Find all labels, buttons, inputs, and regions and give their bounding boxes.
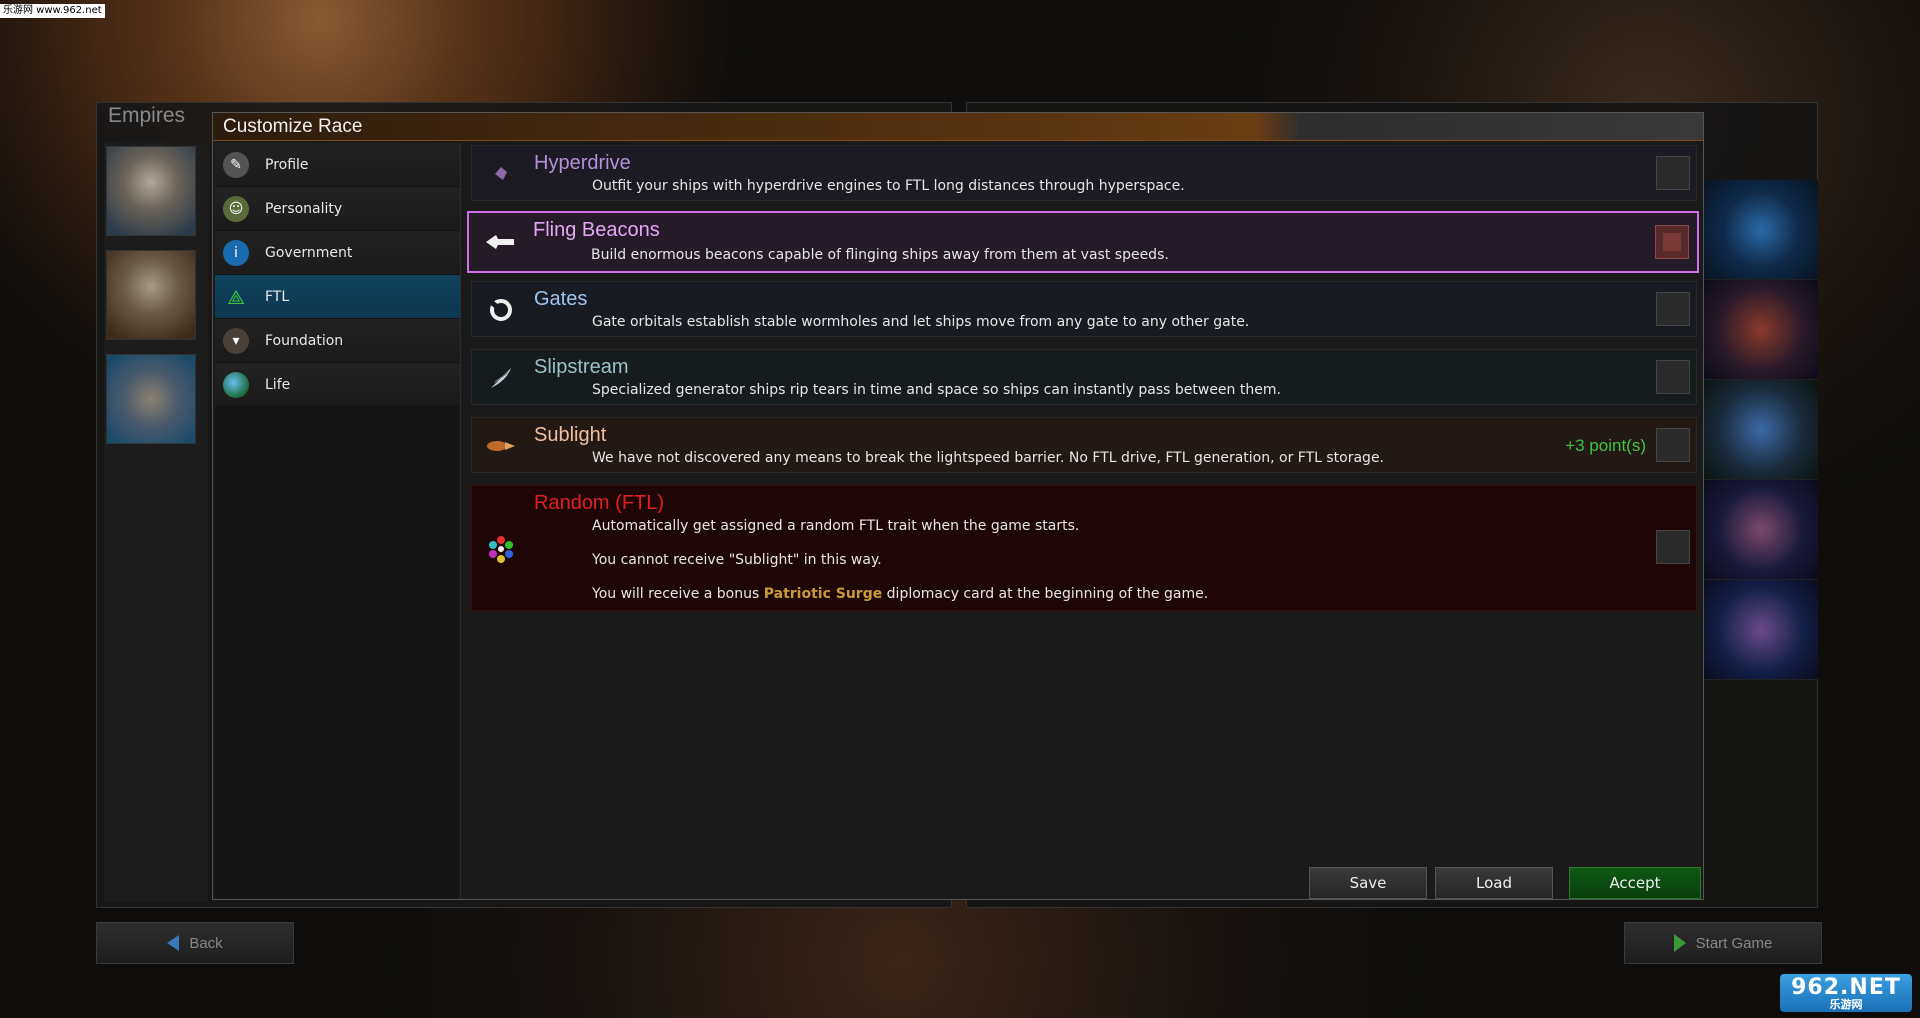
nav-item-life[interactable]: Life: [215, 363, 460, 407]
trait-name: Sublight: [534, 424, 607, 446]
map-tile[interactable]: [1704, 180, 1818, 280]
nav-item-label: FTL: [265, 288, 290, 305]
trait-list: Hyperdrive Outfit your ships with hyperd…: [467, 145, 1699, 855]
trait-checkbox[interactable]: [1656, 428, 1690, 462]
trait-row-fling-beacons[interactable]: Fling Beacons Build enormous beacons cap…: [467, 211, 1699, 273]
trait-description: Build enormous beacons capable of flingi…: [591, 247, 1169, 263]
trait-checkbox[interactable]: [1656, 360, 1690, 394]
nav-item-label: Life: [265, 376, 291, 393]
right-tile-column: [1704, 180, 1818, 680]
trait-row-random-ftl[interactable]: Random (FTL) Automatically get assigned …: [471, 485, 1697, 611]
watermark-logo-text: 962.NET: [1791, 974, 1901, 1000]
trait-row-hyperdrive[interactable]: Hyperdrive Outfit your ships with hyperd…: [471, 145, 1697, 201]
watermark-logo-subtext: 乐游网: [1829, 997, 1863, 1011]
start-game-button[interactable]: Start Game: [1624, 922, 1822, 964]
sublight-icon: [484, 429, 518, 463]
empire-portrait[interactable]: [106, 146, 196, 236]
ftl-icon: ⟁: [227, 284, 245, 309]
nav-item-foundation[interactable]: ▾ Foundation: [215, 319, 460, 363]
personality-icon: ☺: [223, 195, 249, 222]
nav-item-label: Profile: [265, 156, 309, 173]
government-icon: i: [223, 239, 249, 266]
trait-description: Automatically get assigned a random FTL …: [592, 518, 1080, 534]
empires-title: Empires: [108, 104, 186, 127]
customize-race-dialog: Customize Race ✎ Profile ☺ Personality i…: [212, 112, 1704, 900]
slipstream-icon: [484, 361, 518, 395]
random-icon: [484, 532, 518, 566]
foundation-icon: ▾: [223, 327, 249, 354]
trait-description: Gate orbitals establish stable wormholes…: [592, 314, 1250, 330]
trait-description: We have not discovered any means to brea…: [592, 450, 1385, 466]
nav-item-government[interactable]: i Government: [215, 231, 460, 275]
trait-row-gates[interactable]: Gates Gate orbitals establish stable wor…: [471, 281, 1697, 337]
accept-button[interactable]: Accept: [1569, 867, 1701, 899]
trait-description-text: You will receive a bonus: [592, 586, 764, 602]
nav-item-ftl[interactable]: ⟁ FTL: [215, 275, 460, 319]
save-button[interactable]: Save: [1309, 867, 1427, 899]
trait-row-sublight[interactable]: Sublight We have not discovered any mean…: [471, 417, 1697, 473]
trait-name: Gates: [534, 288, 588, 310]
checkbox-mark: [1663, 233, 1681, 251]
map-tile[interactable]: [1704, 580, 1818, 680]
map-tile[interactable]: [1704, 480, 1818, 580]
empire-portrait[interactable]: [106, 354, 196, 444]
load-button[interactable]: Load: [1435, 867, 1553, 899]
trait-points: +3 point(s): [1565, 436, 1646, 455]
back-label: Back: [189, 934, 223, 952]
nav-item-label: Foundation: [265, 332, 344, 349]
fling-beacon-icon: [483, 225, 517, 259]
trait-checkbox[interactable]: [1656, 530, 1690, 564]
map-tile[interactable]: [1704, 280, 1818, 380]
trait-checkbox[interactable]: [1656, 292, 1690, 326]
hyperdrive-icon: [484, 157, 518, 191]
trait-description: Specialized generator ships rip tears in…: [592, 382, 1281, 398]
nav-item-label: Personality: [265, 200, 343, 217]
trait-name: Random (FTL): [534, 492, 665, 514]
gate-icon: [484, 293, 518, 327]
trait-name: Slipstream: [534, 356, 629, 378]
play-icon: [1673, 934, 1686, 952]
profile-icon: ✎: [223, 151, 249, 178]
map-tile[interactable]: [1704, 380, 1818, 480]
trait-description-text: diplomacy card at the beginning of the g…: [882, 586, 1209, 602]
start-game-label: Start Game: [1695, 934, 1773, 952]
patriotic-surge-link: Patriotic Surge: [763, 586, 883, 602]
life-icon: [223, 371, 249, 398]
trait-description: You will receive a bonus Patriotic Surge…: [592, 586, 1208, 602]
nav-item-profile[interactable]: ✎ Profile: [215, 143, 460, 187]
dialog-header: Customize Race: [213, 113, 1703, 141]
trait-description: You cannot receive "Sublight" in this wa…: [592, 552, 882, 568]
watermark-text: 乐游网 www.962.net: [0, 4, 105, 18]
trait-checkbox[interactable]: [1656, 156, 1690, 190]
category-nav: ✎ Profile ☺ Personality i Government ⟁ F…: [215, 143, 461, 899]
trait-name: Fling Beacons: [533, 219, 660, 241]
back-button[interactable]: Back: [96, 922, 294, 964]
trait-row-slipstream[interactable]: Slipstream Specialized generator ships r…: [471, 349, 1697, 405]
nav-item-personality[interactable]: ☺ Personality: [215, 187, 460, 231]
dialog-title: Customize Race: [223, 116, 363, 137]
watermark-logo: 962.NET 乐游网: [1780, 974, 1912, 1012]
empire-portrait[interactable]: [106, 250, 196, 340]
nav-item-label: Government: [265, 244, 353, 261]
trait-description: Outfit your ships with hyperdrive engine…: [592, 178, 1185, 194]
trait-name: Hyperdrive: [534, 152, 631, 174]
trait-checkbox[interactable]: [1655, 225, 1689, 259]
arrow-left-icon: [167, 935, 180, 951]
